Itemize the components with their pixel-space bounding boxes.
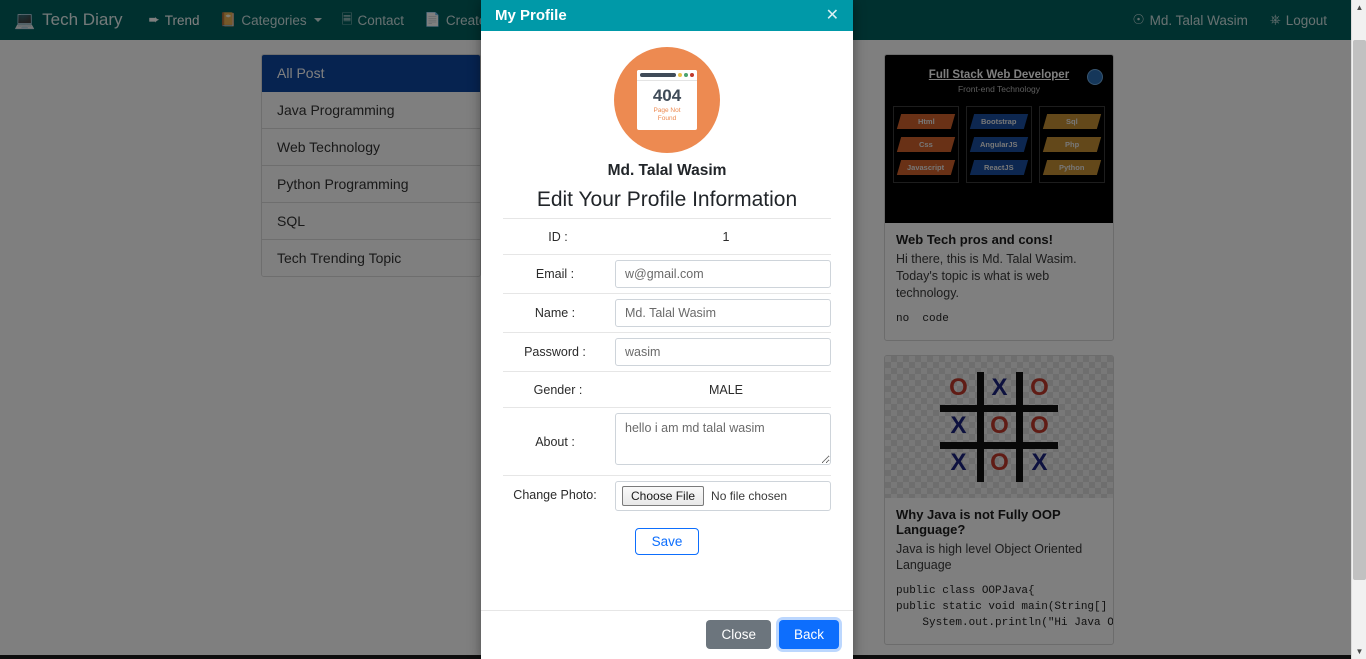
about-field[interactable]: hello i am md talal wasim	[615, 413, 831, 465]
field-row-id: ID : 1	[503, 218, 831, 254]
avatar: 404 Page Not Found	[614, 47, 720, 153]
about-label: About :	[535, 434, 575, 449]
dot-icon	[678, 73, 682, 77]
profile-modal: My Profile ✕ 404 Page Not Found Md. Tala…	[481, 0, 853, 659]
profile-user-name: Md. Talal Wasim	[607, 162, 727, 179]
modal-header: My Profile ✕	[481, 0, 853, 31]
password-field[interactable]	[615, 338, 831, 366]
back-button[interactable]: Back	[778, 620, 839, 649]
scrollbar-thumb[interactable]	[1353, 40, 1366, 580]
modal-title: My Profile	[495, 7, 567, 24]
password-control	[615, 338, 831, 366]
email-field[interactable]	[615, 260, 831, 288]
change-photo-label: Change Photo:	[513, 488, 597, 503]
avatar-caption-line-2: Found	[657, 115, 677, 123]
save-row: Save	[503, 516, 831, 571]
gender-label: Gender :	[533, 382, 583, 397]
scroll-up-arrow-icon[interactable]: ▲	[1352, 0, 1366, 15]
avatar-404-caption: Page Not Found	[637, 104, 697, 123]
about-control: hello i am md talal wasim	[615, 413, 831, 470]
name-label: Name :	[534, 306, 576, 320]
dot-icon	[684, 73, 688, 77]
field-row-name: Name :	[503, 293, 831, 332]
avatar-wrapper: 404 Page Not Found	[503, 47, 831, 153]
form-heading: Edit Your Profile Information	[536, 188, 798, 211]
save-button[interactable]: Save	[634, 528, 700, 555]
id-label: ID :	[548, 229, 568, 244]
photo-control: Choose File No file chosen	[615, 481, 831, 511]
name-field[interactable]	[615, 299, 831, 327]
dot-icon	[690, 73, 694, 77]
avatar-404-code: 404	[652, 86, 682, 105]
field-row-about: About : hello i am md talal wasim	[503, 407, 831, 475]
field-row-photo: Change Photo: Choose File No file chosen	[503, 475, 831, 516]
avatar-404-illustration: 404 Page Not Found	[637, 70, 697, 130]
modal-body: 404 Page Not Found Md. Talal Wasim Edit …	[481, 31, 853, 610]
file-input[interactable]: Choose File No file chosen	[615, 481, 831, 511]
field-row-email: Email :	[503, 254, 831, 293]
browser-bar	[637, 70, 697, 81]
name-control	[615, 299, 831, 327]
password-label: Password :	[524, 345, 586, 359]
email-control	[615, 260, 831, 288]
scroll-down-arrow-icon[interactable]: ▼	[1352, 644, 1366, 659]
page-scrollbar[interactable]: ▲ ▼	[1351, 0, 1366, 659]
gender-value: MALE	[708, 382, 744, 397]
url-bar	[640, 73, 676, 77]
choose-file-button[interactable]: Choose File	[622, 486, 705, 506]
close-button[interactable]: Close	[706, 620, 771, 649]
field-row-password: Password :	[503, 332, 831, 371]
email-label: Email :	[535, 267, 575, 281]
app-root: 💻 Tech Diary ➨ Trend 📔 Categories 🗏 Cont…	[0, 0, 1366, 659]
close-icon[interactable]: ✕	[826, 7, 839, 24]
field-row-gender: Gender : MALE	[503, 371, 831, 407]
file-status-text: No file chosen	[711, 489, 788, 503]
avatar-caption-line-1: Page Not	[653, 107, 681, 114]
id-value: 1	[722, 229, 730, 244]
modal-footer: Close Back	[481, 610, 853, 659]
